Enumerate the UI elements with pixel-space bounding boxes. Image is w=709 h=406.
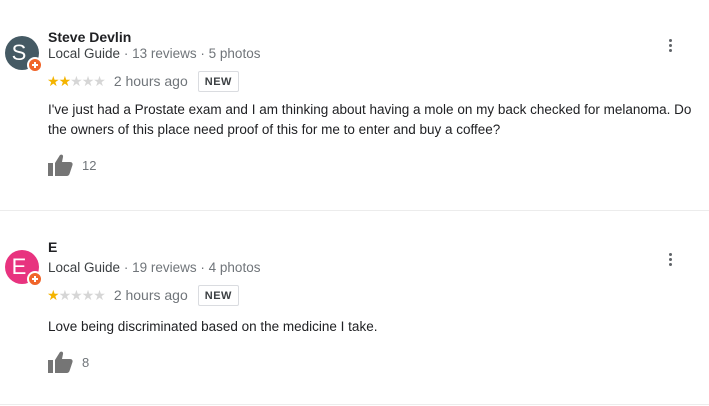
star-empty-icon: ★ <box>70 73 83 89</box>
star-filled-icon: ★ <box>58 73 72 89</box>
reviewer-name[interactable]: E <box>48 239 57 255</box>
like-button[interactable]: 12 <box>48 154 96 176</box>
star-empty-icon: ★ <box>58 287 72 303</box>
more-options-button[interactable] <box>660 249 680 269</box>
star-filled-icon: ★ <box>47 287 60 303</box>
reviewer-avatar[interactable]: S <box>5 36 43 73</box>
local-guide-badge-icon <box>27 271 43 287</box>
star-empty-icon: ★ <box>70 287 83 303</box>
reviews-count: 13 reviews <box>132 46 197 61</box>
local-guide-label: Local Guide <box>48 260 121 275</box>
more-options-button[interactable] <box>660 35 680 55</box>
more-vert-icon <box>668 252 672 256</box>
rating-row: ★★★★★ 2 hours ago NEW <box>47 69 239 93</box>
rating-row: ★★★★★ 2 hours ago NEW <box>47 283 239 307</box>
local-guide-badge-icon <box>27 57 43 73</box>
star-rating: ★★★★★ <box>47 73 106 89</box>
review-text: Love being discriminated based on the me… <box>48 319 378 334</box>
review-text: I've just had a Prostate exam and I am t… <box>48 102 692 137</box>
review-card: E E Local Guide · 19 reviews · 4 photos … <box>0 211 709 401</box>
like-count: 12 <box>82 157 97 173</box>
reviewer-name[interactable]: Steve Devlin <box>48 29 131 45</box>
reviewer-avatar[interactable]: E <box>5 250 43 287</box>
review-divider <box>0 404 709 405</box>
meta-separator: · <box>200 260 205 275</box>
like-count: 8 <box>82 354 90 370</box>
like-button[interactable]: 8 <box>48 351 89 373</box>
star-rating: ★★★★★ <box>47 287 106 303</box>
meta-separator: · <box>123 46 129 61</box>
star-filled-icon: ★ <box>47 73 60 89</box>
reviewer-meta: Local Guide · 13 reviews · 5 photos <box>48 46 260 61</box>
star-empty-icon: ★ <box>93 287 106 303</box>
reviews-count: 19 reviews <box>132 260 197 275</box>
photos-count: 4 photos <box>208 260 261 275</box>
photos-count: 5 photos <box>208 46 261 61</box>
star-empty-icon: ★ <box>81 73 95 89</box>
reviewer-meta: Local Guide · 19 reviews · 4 photos <box>48 260 260 275</box>
thumbs-up-icon <box>48 351 73 373</box>
star-empty-icon: ★ <box>93 73 106 89</box>
new-badge: NEW <box>197 284 239 306</box>
meta-separator: · <box>123 260 129 275</box>
star-empty-icon: ★ <box>81 287 95 303</box>
review-card: S Steve Devlin Local Guide · 13 reviews … <box>0 0 709 210</box>
review-time: 2 hours ago <box>113 73 188 89</box>
more-vert-icon <box>668 38 672 42</box>
new-badge: NEW <box>197 70 239 92</box>
meta-separator: · <box>200 46 205 61</box>
review-time: 2 hours ago <box>113 287 188 303</box>
local-guide-label: Local Guide <box>48 46 121 61</box>
thumbs-up-icon <box>48 154 73 176</box>
